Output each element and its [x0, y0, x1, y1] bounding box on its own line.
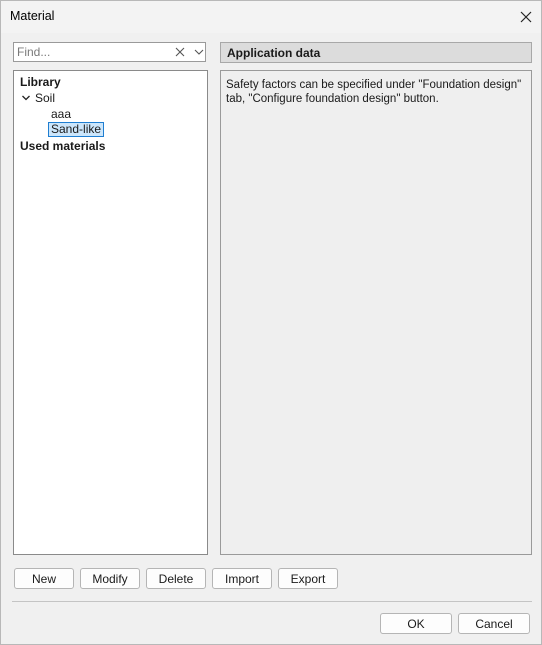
- export-button[interactable]: Export: [278, 568, 338, 589]
- application-data-text: Safety factors can be specified under "F…: [226, 79, 522, 105]
- cancel-button[interactable]: Cancel: [458, 613, 530, 634]
- modify-button[interactable]: Modify: [80, 568, 140, 589]
- chevron-down-icon[interactable]: [192, 45, 206, 59]
- divider: [12, 601, 532, 602]
- chevron-down-icon[interactable]: [21, 93, 31, 103]
- tree-item-soil[interactable]: Soil: [35, 91, 55, 105]
- new-button[interactable]: New: [14, 568, 74, 589]
- search-box[interactable]: [13, 42, 206, 62]
- tree-item-library[interactable]: Library: [20, 75, 61, 89]
- material-tree[interactable]: Library Soil aaa Sand-like Used material…: [13, 70, 208, 555]
- search-input[interactable]: [17, 45, 167, 59]
- tree-item-used-materials[interactable]: Used materials: [20, 139, 105, 153]
- close-icon: [520, 11, 532, 23]
- tree-item-aaa[interactable]: aaa: [51, 107, 71, 121]
- title-bar: Material: [1, 1, 541, 33]
- application-data-title: Application data: [227, 46, 321, 60]
- tree-item-sand-like[interactable]: Sand-like: [48, 122, 105, 137]
- close-button[interactable]: [511, 3, 541, 31]
- delete-button[interactable]: Delete: [146, 568, 206, 589]
- ok-button[interactable]: OK: [380, 613, 452, 634]
- material-dialog: Material Library Soil aaa Sand-like Used…: [0, 0, 542, 645]
- import-button[interactable]: Import: [212, 568, 272, 589]
- application-data-header: Application data: [220, 42, 532, 63]
- window-title: Material: [10, 9, 55, 23]
- clear-icon[interactable]: [173, 45, 187, 59]
- application-data-panel: Safety factors can be specified under "F…: [220, 70, 532, 555]
